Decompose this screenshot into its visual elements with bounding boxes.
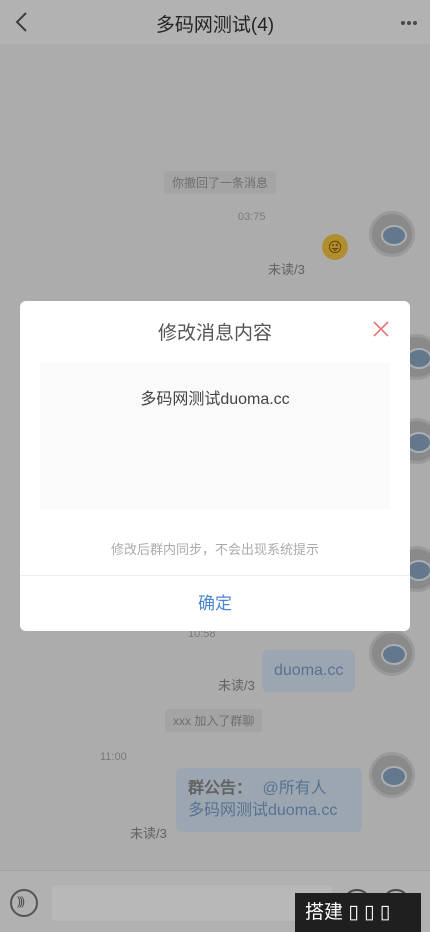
watermark-badge: 搭建 ▯ ▯ ▯ [295,893,421,932]
dialog-title: 修改消息内容 [157,323,272,344]
message-edit-area[interactable]: 多码网测试duoma.cc [40,363,390,509]
edit-hint: 修改后群内同步，不会出现系统提示 [110,542,319,557]
confirm-button[interactable]: 确定 [20,576,410,631]
edit-message-dialog: 修改消息内容 多码网测试duoma.cc 修改后群内同步，不会出现系统提示 确定 [20,301,410,631]
message-edit-text[interactable]: 多码网测试duoma.cc [40,385,390,409]
close-icon[interactable] [372,320,390,338]
